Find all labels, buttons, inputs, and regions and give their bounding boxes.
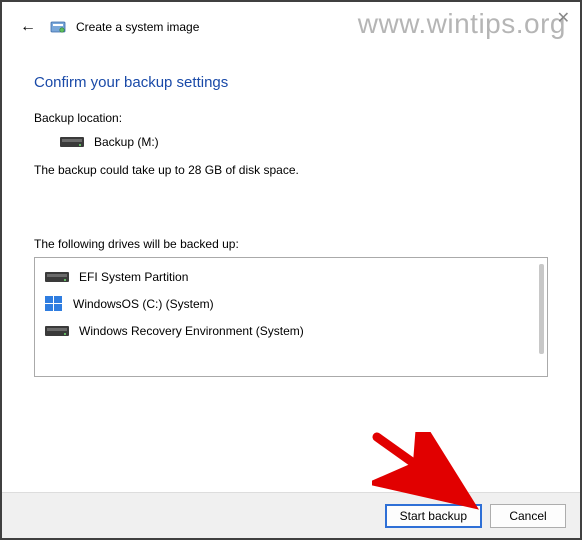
- drives-list-label: The following drives will be backed up:: [34, 237, 548, 251]
- back-arrow-icon[interactable]: ←: [16, 16, 40, 38]
- hard-drive-icon: [45, 270, 69, 284]
- backup-location-label: Backup location:: [34, 111, 548, 125]
- list-item[interactable]: EFI System Partition: [43, 264, 529, 290]
- list-item[interactable]: WindowsOS (C:) (System): [43, 290, 529, 318]
- scrollbar[interactable]: [539, 264, 544, 354]
- page-heading: Confirm your backup settings: [34, 74, 548, 91]
- drives-listbox[interactable]: EFI System Partition WindowsOS (C:) (Sys…: [34, 257, 548, 377]
- drive-name: EFI System Partition: [79, 270, 188, 284]
- hard-drive-icon: [45, 324, 69, 338]
- button-bar: Start backup Cancel: [2, 492, 580, 538]
- start-backup-button[interactable]: Start backup: [385, 504, 482, 528]
- backup-location-row: Backup (M:): [60, 135, 548, 149]
- close-icon[interactable]: ✕: [557, 8, 570, 28]
- backup-location-value: Backup (M:): [94, 135, 159, 149]
- drive-name: Windows Recovery Environment (System): [79, 324, 304, 338]
- content-area: Confirm your backup settings Backup loca…: [2, 42, 580, 387]
- size-estimate-text: The backup could take up to 28 GB of dis…: [34, 163, 548, 177]
- app-icon: [50, 19, 66, 35]
- titlebar: ← Create a system image ✕: [2, 2, 580, 42]
- windows-logo-icon: [45, 296, 63, 312]
- cancel-button[interactable]: Cancel: [490, 504, 566, 528]
- drive-name: WindowsOS (C:) (System): [73, 297, 214, 311]
- hard-drive-icon: [60, 135, 84, 149]
- list-item[interactable]: Windows Recovery Environment (System): [43, 318, 529, 344]
- window-title: Create a system image: [76, 20, 199, 34]
